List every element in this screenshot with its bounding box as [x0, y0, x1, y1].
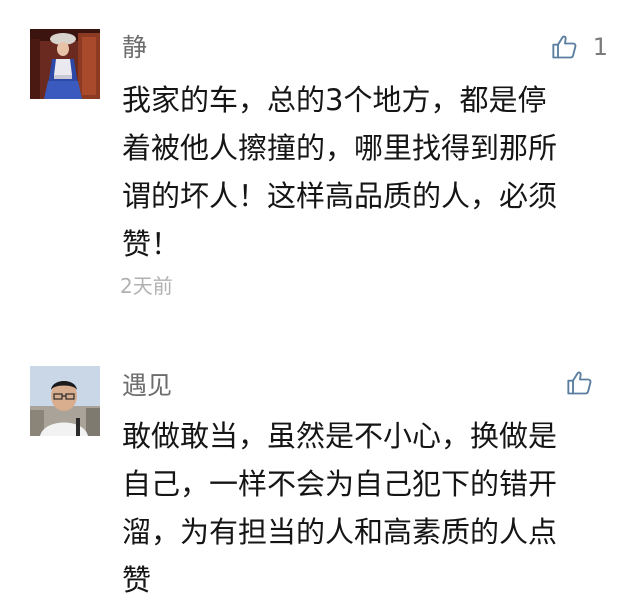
like-button[interactable] [566, 369, 608, 397]
comment-line: 敢做敢当，虽然是不小心，换做是 [122, 419, 558, 453]
comment-line: 赞 [122, 563, 152, 597]
comment-line: 溜，为有担当的人和高素质的人点 [122, 515, 558, 549]
avatar-man-icon [30, 366, 100, 436]
avatar[interactable] [30, 366, 100, 436]
comment-item: 遇见 敢做敢当，虽然是不小心，换做是 自己，一样不会为自己犯下的错开 溜，为有担… [0, 0, 640, 606]
comment-text: 敢做敢当，虽然是不小心，换做是 自己，一样不会为自己犯下的错开 溜，为有担当的人… [122, 412, 612, 604]
comment-line: 自己，一样不会为自己犯下的错开 [122, 467, 558, 501]
thumbs-up-icon [567, 371, 592, 395]
comment-author: 遇见 [122, 371, 173, 400]
